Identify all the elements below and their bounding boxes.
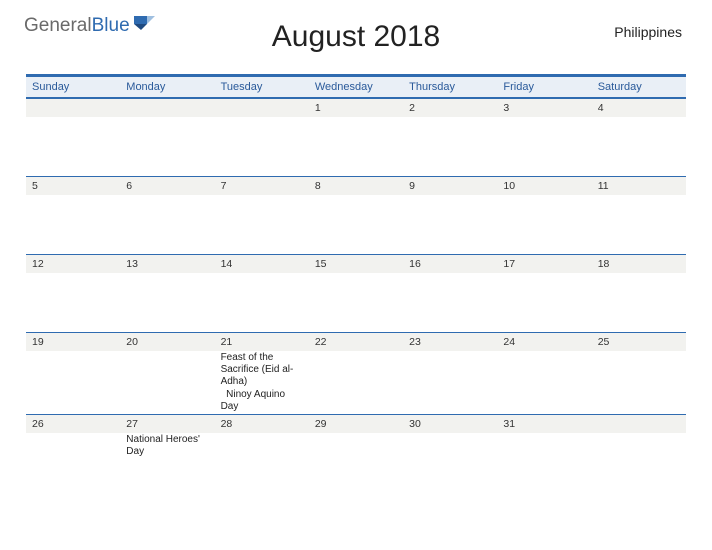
calendar-day-cell: 24 [497, 332, 591, 414]
calendar-week-row: 567891011 [26, 176, 686, 254]
calendar-day-cell: 16 [403, 254, 497, 332]
date-number: 27 [120, 415, 214, 433]
date-number: 18 [592, 255, 686, 273]
calendar-day-cell: 6 [120, 176, 214, 254]
calendar-day-cell [592, 414, 686, 492]
calendar-day-cell: 10 [497, 176, 591, 254]
calendar-day-cell: 19 [26, 332, 120, 414]
calendar-day-cell: 25 [592, 332, 686, 414]
calendar-day-cell: 5 [26, 176, 120, 254]
calendar-day-cell [120, 98, 214, 176]
date-number: 20 [120, 333, 214, 351]
date-number [592, 415, 686, 433]
day-events: Feast of the Sacrifice (Eid al-Adha) Nin… [215, 351, 309, 414]
date-number: 17 [497, 255, 591, 273]
date-number: 15 [309, 255, 403, 273]
date-number: 31 [497, 415, 591, 433]
day-header-row: Sunday Monday Tuesday Wednesday Thursday… [26, 76, 686, 99]
calendar-day-cell: 20 [120, 332, 214, 414]
date-number: 22 [309, 333, 403, 351]
day-header: Saturday [592, 76, 686, 99]
calendar-day-cell: 1 [309, 98, 403, 176]
date-number: 29 [309, 415, 403, 433]
calendar-day-cell: 9 [403, 176, 497, 254]
calendar-week-row: 192021Feast of the Sacrifice (Eid al-Adh… [26, 332, 686, 414]
date-number: 25 [592, 333, 686, 351]
header: GeneralBlue August 2018 Philippines [0, 0, 712, 70]
day-events: National Heroes' Day [120, 433, 214, 459]
calendar-day-cell [26, 98, 120, 176]
date-number: 2 [403, 99, 497, 117]
date-number: 26 [26, 415, 120, 433]
date-number: 14 [215, 255, 309, 273]
calendar-day-cell: 27National Heroes' Day [120, 414, 214, 492]
date-number: 13 [120, 255, 214, 273]
date-number: 1 [309, 99, 403, 117]
calendar-week-row: 1234 [26, 98, 686, 176]
date-number: 21 [215, 333, 309, 351]
calendar-day-cell: 12 [26, 254, 120, 332]
calendar-week-row: 2627National Heroes' Day28293031 [26, 414, 686, 492]
calendar-week-row: 12131415161718 [26, 254, 686, 332]
brand-word-1: General [24, 15, 92, 36]
date-number: 28 [215, 415, 309, 433]
calendar-day-cell: 14 [215, 254, 309, 332]
calendar-day-cell: 13 [120, 254, 214, 332]
calendar-day-cell: 23 [403, 332, 497, 414]
calendar-day-cell: 3 [497, 98, 591, 176]
calendar-grid: Sunday Monday Tuesday Wednesday Thursday… [26, 74, 686, 492]
date-number: 6 [120, 177, 214, 195]
date-number: 3 [497, 99, 591, 117]
day-header: Monday [120, 76, 214, 99]
event-entry: Feast of the Sacrifice (Eid al-Adha) [221, 352, 305, 388]
date-number: 7 [215, 177, 309, 195]
country-label: Philippines [614, 24, 682, 40]
date-number: 30 [403, 415, 497, 433]
date-number: 11 [592, 177, 686, 195]
day-header: Friday [497, 76, 591, 99]
calendar-day-cell: 31 [497, 414, 591, 492]
calendar-day-cell: 4 [592, 98, 686, 176]
date-number [120, 99, 214, 117]
date-number: 10 [497, 177, 591, 195]
calendar-day-cell: 8 [309, 176, 403, 254]
brand-flag-icon [133, 14, 155, 37]
event-entry: Ninoy Aquino Day [221, 389, 305, 413]
event-entry: National Heroes' Day [126, 434, 210, 458]
date-number: 9 [403, 177, 497, 195]
calendar-day-cell: 22 [309, 332, 403, 414]
day-header: Tuesday [215, 76, 309, 99]
calendar-day-cell: 18 [592, 254, 686, 332]
calendar-day-cell: 2 [403, 98, 497, 176]
calendar-day-cell [215, 98, 309, 176]
calendar-day-cell: 26 [26, 414, 120, 492]
day-header: Thursday [403, 76, 497, 99]
date-number: 4 [592, 99, 686, 117]
calendar-day-cell: 17 [497, 254, 591, 332]
date-number: 12 [26, 255, 120, 273]
day-header: Wednesday [309, 76, 403, 99]
calendar-day-cell: 15 [309, 254, 403, 332]
day-header: Sunday [26, 76, 120, 99]
date-number: 19 [26, 333, 120, 351]
date-number: 23 [403, 333, 497, 351]
calendar-day-cell: 29 [309, 414, 403, 492]
date-number: 8 [309, 177, 403, 195]
calendar-day-cell: 21Feast of the Sacrifice (Eid al-Adha) N… [215, 332, 309, 414]
calendar-day-cell: 11 [592, 176, 686, 254]
date-number: 24 [497, 333, 591, 351]
date-number: 5 [26, 177, 120, 195]
brand-word-2: Blue [92, 15, 130, 36]
date-number [215, 99, 309, 117]
brand-logo: GeneralBlue [24, 14, 155, 37]
calendar-day-cell: 7 [215, 176, 309, 254]
calendar-day-cell: 28 [215, 414, 309, 492]
date-number [26, 99, 120, 117]
calendar-day-cell: 30 [403, 414, 497, 492]
date-number: 16 [403, 255, 497, 273]
